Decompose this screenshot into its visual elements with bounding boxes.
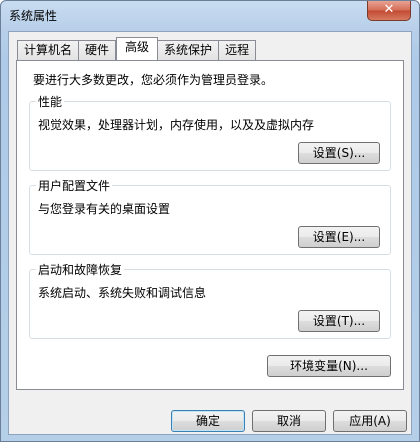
tab-computer-name[interactable]: 计算机名 xyxy=(17,40,80,60)
title-bar[interactable]: 系统属性 ✕ xyxy=(1,1,419,29)
performance-settings-button[interactable]: 设置(S)... xyxy=(298,142,380,164)
advanced-tab-panel: 要进行大多数更改，您必须作为管理员登录。 性能 视觉效果，处理器计划，内存使用，… xyxy=(16,60,404,390)
cancel-button[interactable]: 取消 xyxy=(252,410,326,432)
environment-variables-button[interactable]: 环境变量(N)... xyxy=(267,355,391,377)
startup-recovery-description: 系统启动、系统失败和调试信息 xyxy=(38,286,207,300)
tab-system-protection[interactable]: 系统保护 xyxy=(158,40,220,60)
tab-advanced[interactable]: 高级 xyxy=(116,37,159,60)
system-properties-window: 系统属性 ✕ 计算机名 硬件 高级 系统保护 远程 要进行大多数更改，您必须作为… xyxy=(0,0,420,442)
performance-group: 性能 视觉效果，处理器计划，内存使用，以及及虚拟内存 设置(S)... xyxy=(29,93,391,171)
user-profiles-settings-button[interactable]: 设置(E)... xyxy=(298,226,380,248)
tab-hardware[interactable]: 硬件 xyxy=(79,40,117,60)
startup-recovery-group: 启动和故障恢复 系统启动、系统失败和调试信息 设置(T)... xyxy=(29,261,391,339)
user-profiles-description: 与您登录有关的桌面设置 xyxy=(38,202,171,216)
admin-notice: 要进行大多数更改，您必须作为管理员登录。 xyxy=(33,73,274,87)
user-profiles-group: 用户配置文件 与您登录有关的桌面设置 设置(E)... xyxy=(29,177,391,255)
performance-group-title: 性能 xyxy=(36,93,65,110)
ok-button[interactable]: 确定 xyxy=(171,410,245,432)
startup-recovery-group-title: 启动和故障恢复 xyxy=(36,261,125,278)
startup-recovery-settings-button[interactable]: 设置(T)... xyxy=(298,310,380,332)
user-profiles-group-title: 用户配置文件 xyxy=(36,177,113,194)
performance-description: 视觉效果，处理器计划，内存使用，以及及虚拟内存 xyxy=(38,118,315,132)
tab-remote[interactable]: 远程 xyxy=(219,40,257,60)
close-button[interactable]: ✕ xyxy=(367,1,411,21)
dialog-client-area: 计算机名 硬件 高级 系统保护 远程 要进行大多数更改，您必须作为管理员登录。 … xyxy=(8,31,412,435)
window-title: 系统属性 xyxy=(9,9,58,23)
apply-button[interactable]: 应用(A) xyxy=(333,410,407,432)
tab-strip: 计算机名 硬件 高级 系统保护 远程 xyxy=(17,37,257,60)
